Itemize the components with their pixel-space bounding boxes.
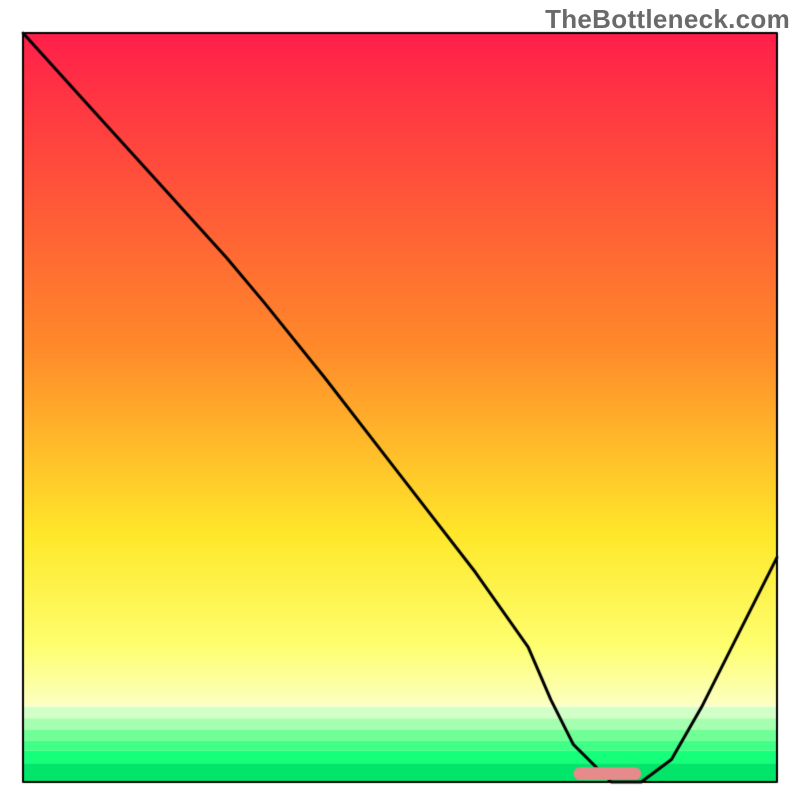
bottleneck-chart-canvas <box>0 0 800 800</box>
watermark-text: TheBottleneck.com <box>545 4 790 35</box>
chart-container: TheBottleneck.com <box>0 0 800 800</box>
